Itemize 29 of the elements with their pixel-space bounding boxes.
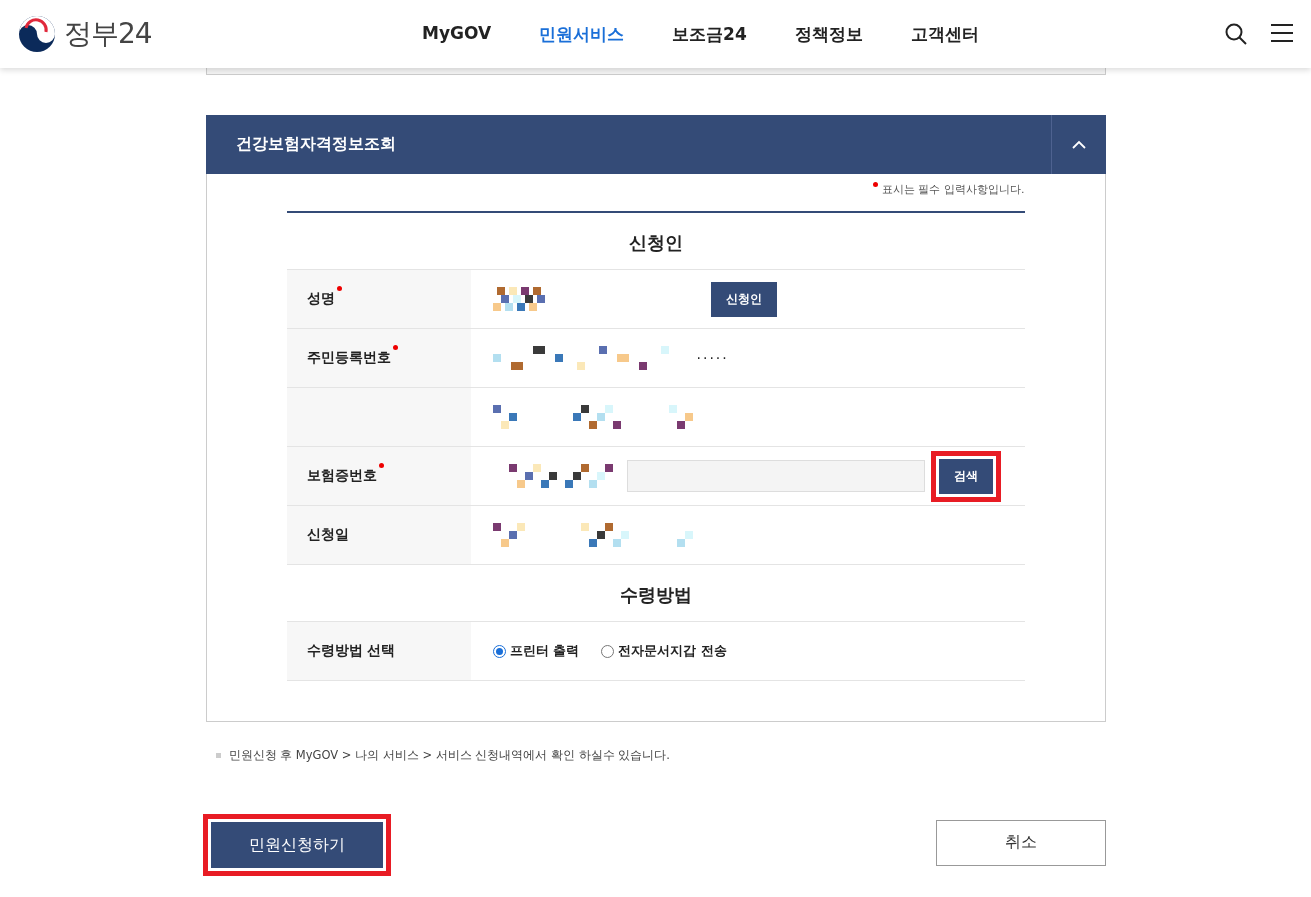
cancel-button[interactable]: 취소 bbox=[935, 819, 1106, 866]
input-field[interactable] bbox=[626, 460, 925, 492]
info-note: 민원신청 후 MyGOV > 나의 서비스 > 서비스 신청내역에서 확인 하실수 있습니다. bbox=[228, 748, 670, 763]
masked-text: ····· bbox=[696, 350, 729, 366]
menu-icon[interactable] bbox=[1271, 23, 1293, 43]
nav-item[interactable]: MyGOV bbox=[422, 22, 492, 46]
group-title: 수령방법 bbox=[618, 583, 693, 607]
radio-option[interactable]: 프린터 출력 bbox=[492, 642, 580, 660]
field-label: 주민등록번호 bbox=[306, 349, 391, 367]
field-label: 보험증번호 bbox=[306, 467, 377, 485]
section-title: 건강보험자격정보조회 bbox=[235, 134, 397, 155]
field-label: 성명 bbox=[306, 290, 335, 308]
bullet-icon bbox=[215, 753, 221, 758]
logo-icon[interactable] bbox=[18, 15, 56, 53]
search-icon[interactable] bbox=[1225, 23, 1247, 45]
nav-item[interactable]: 민원서비스 bbox=[539, 22, 625, 46]
required-note: 표시는 필수 입력사항입니다. bbox=[882, 182, 1025, 197]
nav-item[interactable]: 고객센터 bbox=[910, 22, 979, 46]
radio-option[interactable]: 전자문서지갑 전송 bbox=[601, 642, 727, 660]
field-label: 신청일 bbox=[306, 526, 349, 544]
logo-text[interactable]: 정부24 bbox=[64, 15, 152, 53]
nav-item[interactable]: 보조금24 bbox=[672, 22, 747, 46]
field-label: 수령방법 선택 bbox=[306, 642, 396, 660]
chevron-up-icon bbox=[1071, 140, 1086, 149]
nav-item[interactable]: 정책정보 bbox=[794, 22, 863, 46]
required-mark bbox=[873, 182, 878, 187]
group-title: 신청인 bbox=[627, 231, 684, 255]
search-button[interactable]: 검색 bbox=[938, 458, 993, 494]
applicant-button[interactable]: 신청인 bbox=[710, 281, 777, 317]
